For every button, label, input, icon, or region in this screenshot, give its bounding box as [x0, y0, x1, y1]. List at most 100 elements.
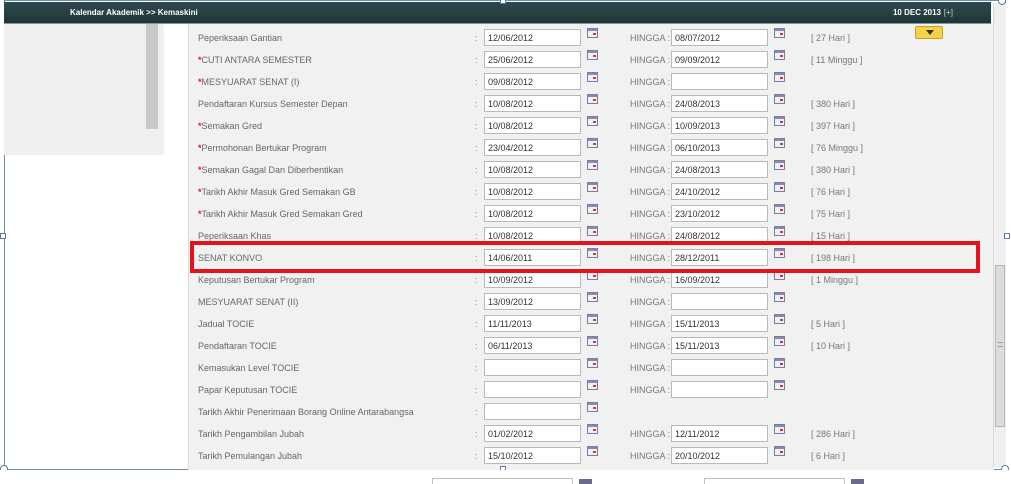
event-label-text: Peperiksaan Khas — [198, 231, 272, 241]
calendar-icon[interactable] — [774, 50, 785, 60]
calendar-icon[interactable] — [774, 336, 785, 346]
calendar-icon[interactable] — [587, 292, 598, 302]
calendar-icon[interactable] — [774, 204, 785, 214]
partial-date-input[interactable] — [432, 478, 573, 484]
calendar-icon[interactable] — [587, 28, 598, 38]
end-date-input[interactable]: 09/09/2012 — [671, 51, 768, 68]
calendar-icon[interactable] — [587, 182, 598, 192]
field-colon: : — [475, 143, 478, 153]
start-date-input[interactable]: 10/08/2012 — [484, 183, 581, 200]
calendar-icon[interactable] — [774, 94, 785, 104]
calendar-icon[interactable] — [774, 292, 785, 302]
end-date-input[interactable]: 20/10/2012 — [671, 447, 768, 464]
calendar-icon[interactable] — [774, 72, 785, 82]
calendar-icon[interactable] — [774, 138, 785, 148]
bottom-strip — [0, 470, 1011, 484]
end-date-input[interactable]: 24/10/2012 — [671, 183, 768, 200]
end-date-input[interactable]: 16/09/2012 — [671, 271, 768, 288]
scrollbar-thumb[interactable] — [995, 265, 1005, 427]
duration-text: [ 10 Hari ] — [811, 341, 851, 351]
start-date-input[interactable]: 10/08/2012 — [484, 117, 581, 134]
hingga-label: HINGGA : — [630, 187, 671, 197]
start-date-input[interactable]: 09/08/2012 — [484, 73, 581, 90]
calendar-icon[interactable] — [851, 479, 864, 484]
hingga-label: HINGGA : — [630, 341, 671, 351]
calendar-icon[interactable] — [774, 160, 785, 170]
end-date-input[interactable]: 23/10/2012 — [671, 205, 768, 222]
calendar-icon[interactable] — [774, 358, 785, 368]
calendar-icon[interactable] — [587, 226, 598, 236]
partial-date-input[interactable] — [704, 478, 845, 484]
calendar-icon[interactable] — [587, 424, 598, 434]
end-date-input[interactable]: 06/10/2013 — [671, 139, 768, 156]
end-date-input[interactable] — [671, 73, 768, 90]
end-date-input[interactable]: 24/08/2013 — [671, 161, 768, 178]
event-label: *Tarikh Akhir Masuk Gred Semakan Gred — [198, 209, 363, 219]
field-colon: : — [475, 33, 478, 43]
start-date-input[interactable] — [484, 403, 581, 420]
calendar-icon[interactable] — [587, 204, 598, 214]
event-row: *Permohonan Bertukar Program:23/04/2012 H… — [189, 136, 989, 158]
end-date-input[interactable] — [671, 381, 768, 398]
start-date-input[interactable]: 10/08/2012 — [484, 205, 581, 222]
calendar-icon[interactable] — [774, 28, 785, 38]
expand-toggle[interactable]: [+] — [944, 8, 953, 17]
start-date-input[interactable]: 10/09/2012 — [484, 271, 581, 288]
start-date-input[interactable]: 06/11/2013 — [484, 337, 581, 354]
calendar-icon[interactable] — [774, 116, 785, 126]
event-row: *Tarikh Akhir Masuk Gred Semakan GB:10/0… — [189, 180, 989, 202]
hingga-label: HINGGA : — [630, 385, 671, 395]
end-date-input[interactable]: 10/09/2013 — [671, 117, 768, 134]
end-date-input[interactable]: 24/08/2013 — [671, 95, 768, 112]
resize-handle-right[interactable] — [1004, 233, 1010, 239]
duration-text: [ 15 Hari ] — [811, 231, 851, 241]
calendar-icon[interactable] — [774, 226, 785, 236]
start-date-input[interactable]: 25/06/2012 — [484, 51, 581, 68]
start-date-input[interactable]: 11/11/2013 — [484, 315, 581, 332]
field-colon: : — [475, 341, 478, 351]
event-label-text: Tarikh Pemulangan Jubah — [198, 451, 303, 461]
end-date-input[interactable] — [671, 359, 768, 376]
start-date-input[interactable] — [484, 359, 581, 376]
calendar-icon[interactable] — [587, 402, 598, 412]
end-date-input[interactable]: 15/11/2013 — [671, 315, 768, 332]
event-label-text: Pendaftaran Kursus Semester Depan — [198, 99, 348, 109]
start-date-input[interactable]: 12/06/2012 — [484, 29, 581, 46]
start-date-input[interactable]: 10/08/2012 — [484, 161, 581, 178]
start-date-input[interactable]: 15/10/2012 — [484, 447, 581, 464]
calendar-icon[interactable] — [774, 424, 785, 434]
calendar-icon[interactable] — [774, 182, 785, 192]
event-row: Tarikh Pengambilan Jubah:01/02/2012 HINGG… — [189, 422, 989, 444]
calendar-icon[interactable] — [587, 314, 598, 324]
end-date-input[interactable]: 15/11/2013 — [671, 337, 768, 354]
event-label-text: Pendaftaran TOCIE — [198, 341, 277, 351]
resize-handle-left[interactable] — [0, 233, 6, 239]
calendar-icon[interactable] — [587, 50, 598, 60]
calendar-icon[interactable] — [587, 336, 598, 346]
start-date-input[interactable]: 10/08/2012 — [484, 95, 581, 112]
start-date-input[interactable]: 01/02/2012 — [484, 425, 581, 442]
start-date-input[interactable]: 13/09/2012 — [484, 293, 581, 310]
calendar-icon[interactable] — [587, 72, 598, 82]
start-date-input[interactable] — [484, 381, 581, 398]
duration-text: [ 76 Hari ] — [811, 187, 851, 197]
calendar-icon[interactable] — [774, 314, 785, 324]
end-date-input[interactable]: 12/11/2012 — [671, 425, 768, 442]
calendar-icon[interactable] — [587, 138, 598, 148]
calendar-icon[interactable] — [587, 446, 598, 456]
calendar-icon[interactable] — [587, 116, 598, 126]
end-date-input[interactable]: 08/07/2012 — [671, 29, 768, 46]
calendar-icon[interactable] — [587, 380, 598, 390]
calendar-icon[interactable] — [587, 358, 598, 368]
calendar-icon[interactable] — [587, 94, 598, 104]
start-date-input[interactable]: 23/04/2012 — [484, 139, 581, 156]
calendar-icon[interactable] — [587, 160, 598, 170]
hingga-label: HINGGA : — [630, 451, 671, 461]
end-date-input[interactable] — [671, 293, 768, 310]
calendar-icon[interactable] — [774, 446, 785, 456]
calendar-icon[interactable] — [579, 479, 592, 484]
calendar-icon[interactable] — [774, 380, 785, 390]
event-row: Kemasukan Level TOCIE: HINGGA : — [189, 356, 989, 378]
event-row: Papar Keputusan TOCIE: HINGGA : — [189, 378, 989, 400]
resize-handle-top[interactable] — [500, 0, 506, 4]
